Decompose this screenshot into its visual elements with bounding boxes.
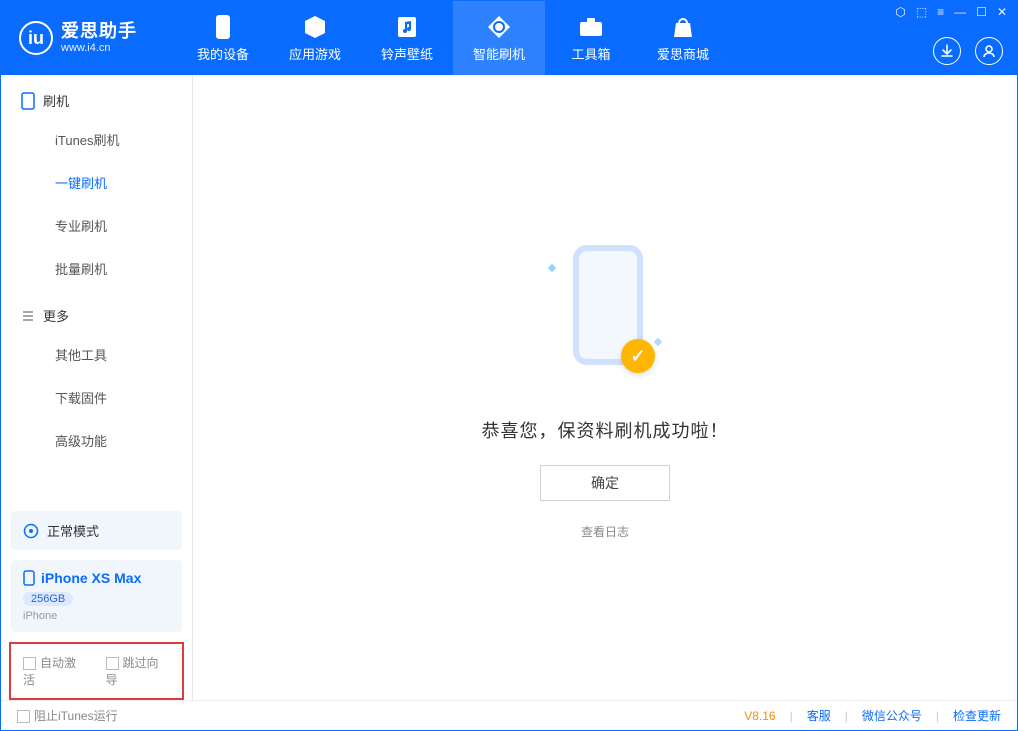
sidebar-item-oneclick-flash[interactable]: 一键刷机 (1, 161, 192, 204)
sidebar-group-label: 更多 (43, 306, 69, 325)
checkbox-label: 阻止iTunes运行 (34, 709, 118, 723)
phone-icon (21, 92, 35, 110)
tab-store[interactable]: 爱思商城 (637, 1, 729, 75)
sidebar-group-label: 刷机 (43, 91, 69, 110)
footer: 阻止iTunes运行 V8.16 | 客服 | 微信公众号 | 检查更新 (1, 700, 1017, 730)
tab-my-device[interactable]: 我的设备 (177, 1, 269, 75)
device-icon (210, 14, 236, 40)
mode-label: 正常模式 (47, 521, 99, 540)
tab-label: 工具箱 (571, 44, 610, 63)
extra-button[interactable]: ⬡ (895, 5, 905, 19)
header-right (933, 1, 1003, 75)
tab-apps-games[interactable]: 应用游戏 (269, 1, 361, 75)
user-button[interactable] (975, 37, 1003, 65)
sidebar-group-more: 更多 (1, 290, 192, 333)
sidebar-item-batch-flash[interactable]: 批量刷机 (1, 247, 192, 290)
content: ✓ 恭喜您，保资料刷机成功啦！ 确定 查看日志 (193, 75, 1017, 700)
main-tabs: 我的设备 应用游戏 铃声壁纸 智能刷机 工具箱 爱思商城 (177, 1, 729, 75)
device-icon (23, 570, 35, 586)
check-icon: ✓ (621, 339, 655, 373)
logo-url: www.i4.cn (61, 42, 137, 54)
success-message: 恭喜您，保资料刷机成功啦！ (482, 417, 729, 443)
download-button[interactable] (933, 37, 961, 65)
bag-icon (670, 14, 696, 40)
sidebar-item-other-tools[interactable]: 其他工具 (1, 333, 192, 376)
header: ⬡ ⬚ ≡ — ☐ ✕ iu 爱思助手 www.i4.cn 我的设备 应用游戏 … (1, 1, 1017, 75)
logo: iu 爱思助手 www.i4.cn (19, 21, 137, 55)
more-icon (21, 309, 35, 323)
tab-label: 我的设备 (197, 44, 249, 63)
cube-icon (302, 14, 328, 40)
version-label: V8.16 (744, 709, 775, 723)
view-log-link[interactable]: 查看日志 (581, 523, 629, 540)
device-type: iPhone (23, 610, 170, 622)
auto-activate-checkbox[interactable]: 自动激活 (23, 654, 88, 688)
success-illustration: ✓ (545, 235, 665, 395)
sidebar-item-itunes-flash[interactable]: iTunes刷机 (1, 118, 192, 161)
tab-ringtones-wallpapers[interactable]: 铃声壁纸 (361, 1, 453, 75)
tab-label: 爱思商城 (657, 44, 709, 63)
refresh-icon (486, 14, 512, 40)
sidebar-item-download-firmware[interactable]: 下载固件 (1, 376, 192, 419)
device-name: iPhone XS Max (41, 570, 141, 586)
device-capacity: 256GB (23, 592, 73, 606)
block-itunes-checkbox[interactable]: 阻止iTunes运行 (17, 707, 118, 724)
tab-label: 铃声壁纸 (381, 44, 433, 63)
wechat-link[interactable]: 微信公众号 (862, 707, 922, 724)
ok-button[interactable]: 确定 (540, 465, 670, 501)
mode-icon (23, 523, 39, 539)
tab-label: 智能刷机 (473, 44, 525, 63)
toolbox-icon (578, 14, 604, 40)
mode-card[interactable]: 正常模式 (11, 511, 182, 550)
tab-toolbox[interactable]: 工具箱 (545, 1, 637, 75)
music-icon (394, 14, 420, 40)
tab-smart-flash[interactable]: 智能刷机 (453, 1, 545, 75)
sidebar: 刷机 iTunes刷机 一键刷机 专业刷机 批量刷机 更多 其他工具 下载固件 … (1, 75, 193, 700)
device-card[interactable]: iPhone XS Max 256GB iPhone (11, 560, 182, 632)
skip-guide-checkbox[interactable]: 跳过向导 (106, 654, 171, 688)
skin-button[interactable]: ⬚ (916, 5, 927, 19)
logo-title: 爱思助手 (61, 22, 137, 42)
logo-icon: iu (19, 21, 53, 55)
sidebar-group-flash: 刷机 (1, 75, 192, 118)
sidebar-item-advanced[interactable]: 高级功能 (1, 419, 192, 462)
tab-label: 应用游戏 (289, 44, 341, 63)
options-row: 自动激活 跳过向导 (9, 642, 184, 700)
check-update-link[interactable]: 检查更新 (953, 707, 1001, 724)
sidebar-item-pro-flash[interactable]: 专业刷机 (1, 204, 192, 247)
support-link[interactable]: 客服 (807, 707, 831, 724)
